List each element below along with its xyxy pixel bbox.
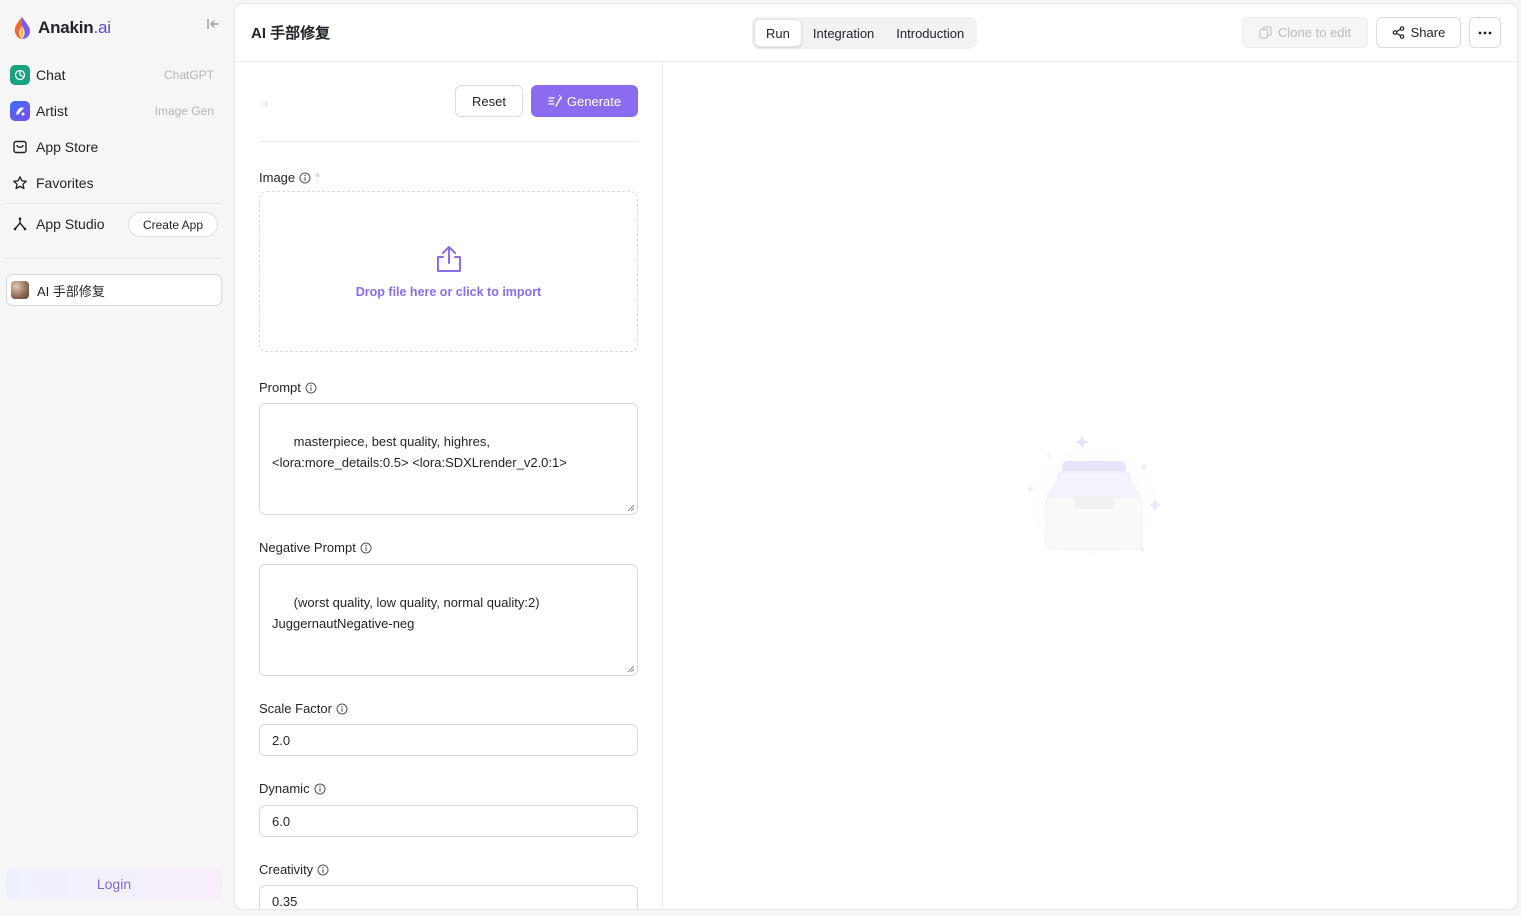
prompt-field-label: Prompt — [259, 380, 317, 395]
sidebar-item-label: Chat — [36, 67, 66, 83]
scale-factor-input[interactable]: 2.0 — [259, 724, 638, 756]
reset-button[interactable]: Reset — [455, 85, 523, 117]
main-panel: AI 手部修复 Run Integration Introduction Clo… — [234, 3, 1518, 910]
page-title: AI 手部修复 — [251, 25, 331, 42]
star-icon — [10, 173, 30, 193]
sparkle-icon — [261, 99, 271, 109]
generate-button[interactable]: Generate — [531, 85, 638, 117]
recent-app-item[interactable]: AI 手部修复 — [6, 274, 222, 306]
creativity-input[interactable]: 0.35 — [259, 885, 638, 909]
prompt-textarea[interactable]: masterpiece, best quality, highres, <lor… — [259, 403, 638, 515]
store-icon — [10, 137, 30, 157]
sidebar-item-label: App Studio — [36, 216, 105, 232]
sidebar-item-favorites[interactable]: Favorites — [6, 167, 222, 199]
negative-prompt-field-label: Negative Prompt — [259, 540, 372, 555]
anakin-logo-icon — [14, 17, 30, 39]
info-icon[interactable] — [299, 172, 311, 184]
sidebar-item-artist[interactable]: Artist Image Gen — [6, 95, 222, 127]
output-panel — [664, 62, 1517, 909]
share-icon — [1392, 26, 1404, 39]
resize-handle-icon[interactable] — [627, 665, 635, 673]
sidebar: Anakin.ai Chat ChatGPT Artist Image Gen … — [0, 0, 234, 916]
scale-factor-field-label: Scale Factor — [259, 701, 348, 716]
sidebar-item-app-store[interactable]: App Store — [6, 131, 222, 163]
sidebar-item-hint: Image Gen — [154, 104, 214, 118]
sidebar-divider — [6, 203, 222, 204]
more-options-button[interactable] — [1469, 17, 1501, 48]
sidebar-item-label: Artist — [36, 103, 68, 119]
login-button[interactable]: Login — [6, 868, 222, 900]
app-thumbnail — [11, 281, 29, 299]
negative-prompt-value: (worst quality, low quality, normal qual… — [272, 595, 540, 631]
sidebar-divider — [6, 258, 222, 259]
share-button[interactable]: Share — [1376, 17, 1461, 48]
sidebar-item-app-studio[interactable]: App Studio — [6, 208, 124, 240]
clone-label: Clone to edit — [1278, 25, 1351, 40]
sidebar-item-label: Favorites — [36, 175, 94, 191]
more-horizontal-icon — [1478, 31, 1492, 34]
brand-name: Anakin.ai — [38, 18, 111, 37]
share-label: Share — [1410, 25, 1446, 40]
info-icon[interactable] — [314, 783, 326, 795]
brand[interactable]: Anakin.ai — [12, 14, 111, 42]
dynamic-field-label: Dynamic — [259, 781, 326, 796]
info-icon[interactable] — [336, 703, 348, 715]
tab-group: Run Integration Introduction — [752, 17, 978, 49]
field-label-text: Dynamic — [259, 781, 310, 796]
recent-app-label: AI 手部修复 — [37, 283, 105, 299]
chatgpt-icon — [10, 65, 30, 85]
dropzone-text: Drop file here or click to import — [355, 284, 542, 299]
app-studio-icon — [10, 214, 30, 234]
prompt-value: masterpiece, best quality, highres, <lor… — [272, 434, 567, 470]
info-icon[interactable] — [317, 864, 329, 876]
image-dropzone[interactable]: Drop file here or click to import — [259, 191, 638, 352]
tab-introduction[interactable]: Introduction — [885, 19, 975, 47]
generate-label: Generate — [566, 93, 622, 109]
field-label-text: Prompt — [259, 380, 301, 395]
tab-integration[interactable]: Integration — [802, 19, 885, 47]
field-label-text: Creativity — [259, 862, 314, 877]
tab-run[interactable]: Run — [754, 19, 802, 47]
clone-to-edit-button[interactable]: Clone to edit — [1242, 17, 1368, 48]
collapse-sidebar-icon[interactable] — [204, 15, 222, 33]
required-mark: * — [315, 170, 321, 185]
input-form: Reset Generate Image * Drop file here or… — [235, 62, 663, 909]
form-divider — [259, 141, 638, 142]
copy-icon — [1259, 26, 1272, 39]
field-label-text: Negative Prompt — [259, 540, 356, 555]
image-field-label: Image * — [259, 170, 320, 185]
info-icon[interactable] — [305, 382, 317, 394]
field-label-text: Scale Factor — [259, 701, 332, 716]
empty-inbox-icon — [1026, 435, 1162, 557]
sidebar-item-chat[interactable]: Chat ChatGPT — [6, 59, 222, 91]
info-icon[interactable] — [360, 542, 372, 554]
sidebar-item-hint: ChatGPT — [163, 68, 214, 82]
create-app-button[interactable]: Create App — [128, 212, 218, 237]
top-bar: AI 手部修复 Run Integration Introduction Clo… — [235, 4, 1517, 62]
negative-prompt-textarea[interactable]: (worst quality, low quality, normal qual… — [259, 564, 638, 676]
creativity-field-label: Creativity — [259, 862, 329, 877]
sidebar-item-label: App Store — [36, 139, 99, 155]
field-label-text: Image — [259, 170, 296, 185]
dynamic-input[interactable]: 6.0 — [259, 805, 638, 837]
resize-handle-icon[interactable] — [627, 504, 635, 512]
artist-icon — [10, 101, 30, 121]
upload-icon — [436, 245, 461, 272]
magic-wand-icon — [548, 95, 562, 107]
